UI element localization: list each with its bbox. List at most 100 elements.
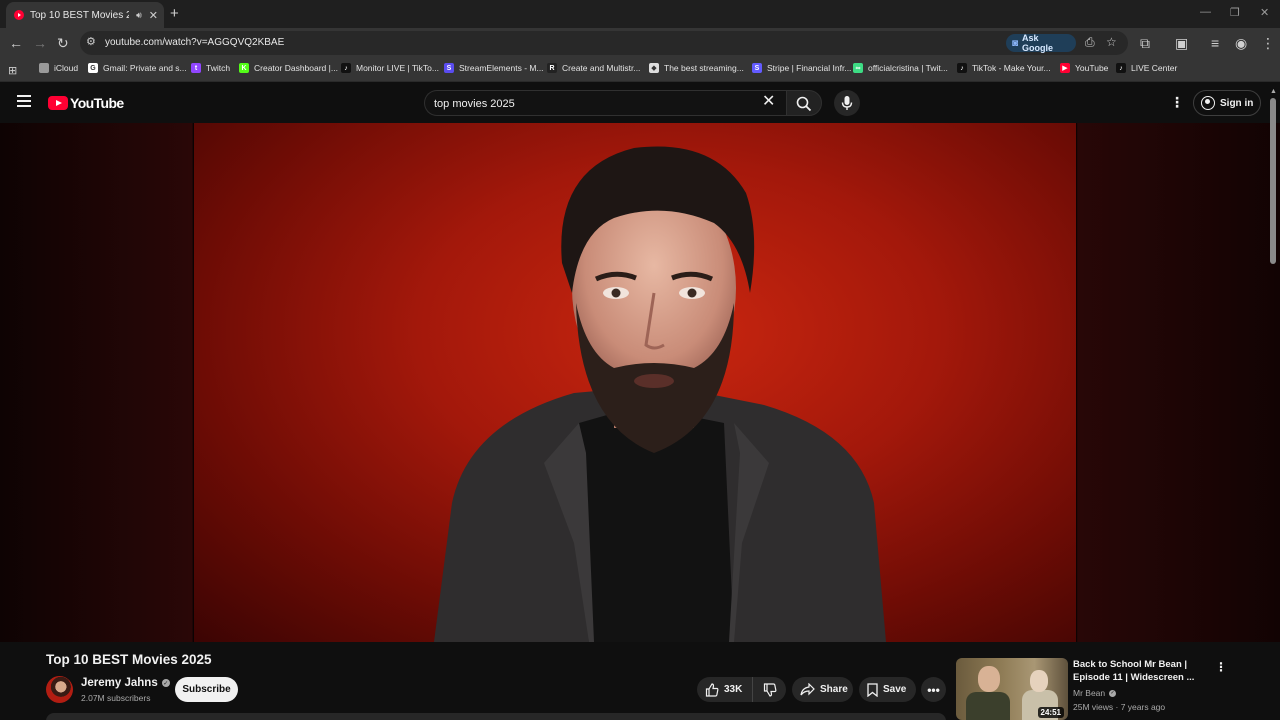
share-arrow-icon [800, 683, 815, 696]
youtube-play-icon [48, 96, 68, 110]
channel-name[interactable]: Jeremy Jahns [81, 677, 158, 689]
diamond-icon: ◆ [649, 63, 659, 73]
extensions-icon[interactable]: ⧉ [1140, 35, 1150, 51]
forward-icon[interactable]: → [33, 35, 47, 51]
address-bar[interactable]: ⚙ youtube.com/watch?v=AGGQVQ2KBAE ◙ Ask … [80, 31, 1128, 55]
bookmark-label: LIVE Center [1131, 63, 1178, 73]
voice-search-button[interactable] [834, 90, 860, 116]
search-icon [796, 96, 812, 112]
channel-avatar[interactable] [46, 676, 73, 703]
bookmark-item[interactable]: ▶ YouTube [1060, 63, 1108, 73]
save-button[interactable]: Save [859, 677, 916, 702]
browser-tab-active[interactable]: Top 10 BEST Movies 2025 🔊︎ ✕ [6, 2, 164, 28]
bookmark-label: The best streaming... [664, 63, 744, 73]
minimize-icon[interactable]: — [1200, 6, 1211, 18]
microphone-icon [841, 96, 853, 110]
hamburger-menu-icon[interactable] [17, 95, 31, 107]
dislike-button[interactable] [753, 677, 786, 702]
apple-icon [39, 63, 49, 73]
description-box[interactable] [46, 713, 946, 720]
recommended-video-title[interactable]: Back to School Mr Bean | Episode 11 | Wi… [1073, 658, 1203, 684]
video-title: Top 10 BEST Movies 2025 [46, 652, 212, 667]
recommended-channel-name[interactable]: Mr Bean [1073, 688, 1105, 698]
restore-icon[interactable]: ❐ [1230, 6, 1240, 19]
youtube-icon: ▶ [1060, 63, 1070, 73]
bookmark-item[interactable]: K Creator Dashboard |... [239, 63, 338, 73]
video-player[interactable] [194, 123, 1076, 642]
new-tab-icon[interactable]: + [170, 5, 179, 22]
media-controls-icon[interactable]: ≡ [1211, 35, 1219, 51]
bookmark-item[interactable]: R Create and Multistr... [547, 63, 640, 73]
tab-title: Top 10 BEST Movies 2025 [30, 9, 130, 21]
bookmark-item[interactable]: iCloud [39, 63, 78, 73]
verified-check-icon: ✓ [161, 679, 170, 687]
account-icon [1201, 96, 1215, 110]
tiktok-icon: ♪ [341, 63, 351, 73]
verified-check-icon: ✓ [1109, 689, 1117, 697]
scroll-up-icon[interactable]: ▲ [1270, 88, 1277, 95]
subscriber-count: 2.07M subscribers [81, 693, 151, 703]
subscribe-button[interactable]: Subscribe [175, 677, 238, 702]
bookmarks-bar: ⊞ iCloud G Gmail: Private and s... t Twitch K… [0, 58, 1280, 82]
ask-google-button[interactable]: ◙ Ask Google [1006, 33, 1076, 53]
reload-icon[interactable]: ↻ [57, 35, 69, 51]
page-scrollbar[interactable] [1270, 98, 1276, 264]
recommendation-menu-icon[interactable]: ⋮ [1215, 660, 1227, 674]
bookmark-item[interactable]: ∞ officialcristina | Twit... [853, 63, 948, 73]
bookmark-item[interactable]: ♪ LIVE Center [1116, 63, 1177, 73]
bookmark-item[interactable]: ♪ Monitor LIVE | TikTo... [341, 63, 439, 73]
clear-search-icon[interactable]: ✕ [762, 93, 775, 111]
recommended-video-thumbnail[interactable]: 24:51 [956, 658, 1068, 720]
back-icon[interactable]: ← [9, 35, 23, 51]
bookmark-label: Gmail: Private and s... [103, 63, 187, 73]
search-box[interactable] [424, 90, 786, 116]
sign-in-label: Sign in [1220, 97, 1254, 109]
side-panel-icon[interactable]: ▣ [1175, 35, 1188, 51]
more-actions-button[interactable]: ••• [921, 677, 946, 702]
share-button[interactable]: Share [792, 677, 853, 702]
ask-google-label: Ask Google [1022, 33, 1054, 53]
bookmark-label: Monitor LIVE | TikTo... [356, 63, 439, 73]
search-button[interactable] [786, 90, 822, 116]
kick-icon: K [239, 63, 249, 73]
bookmark-item[interactable]: ◆ The best streaming... [649, 63, 744, 73]
google-icon: G [88, 63, 98, 73]
apps-grid-icon[interactable]: ⊞ [8, 64, 17, 77]
browser-menu-icon[interactable]: ⋮ [1261, 35, 1275, 51]
like-dislike-group: 33K [697, 677, 786, 702]
search-input[interactable] [434, 96, 744, 111]
install-app-icon[interactable]: ⎙ [1085, 35, 1095, 50]
bookmark-item[interactable]: S Stripe | Financial Infr... [752, 63, 851, 73]
bookmark-label: iCloud [54, 63, 79, 73]
channel-name-row[interactable]: Jeremy Jahns ✓ [81, 677, 170, 689]
lens-icon: ◙ [1012, 37, 1019, 49]
sign-in-button[interactable]: Sign in [1193, 90, 1261, 116]
save-label: Save [883, 684, 907, 695]
tab-close-icon[interactable]: ✕ [149, 9, 158, 22]
like-button[interactable]: 33K [697, 677, 754, 702]
profile-icon[interactable]: ◉ [1235, 35, 1247, 51]
bookmark-item[interactable]: ♪ TikTok - Make Your... [957, 63, 1051, 73]
thumbs-down-icon [763, 682, 777, 697]
bookmark-label: YouTube [1075, 63, 1109, 73]
restream-icon: R [547, 63, 557, 73]
bookmark-item[interactable]: S StreamElements - M... [444, 63, 544, 73]
url-text[interactable]: youtube.com/watch?v=AGGQVQ2KBAE [105, 37, 284, 48]
bookmark-star-icon[interactable]: ☆ [1106, 35, 1117, 49]
speaker-icon[interactable]: 🔊︎ [136, 10, 142, 21]
settings-kebab-icon[interactable]: ⋮ [1170, 95, 1184, 109]
bookmark-item[interactable]: G Gmail: Private and s... [88, 63, 187, 73]
bookmark-label: TikTok - Make Your... [972, 63, 1051, 73]
bookmark-label: StreamElements - M... [459, 63, 544, 73]
browser-toolbar: ← → ↻ ⚙ youtube.com/watch?v=AGGQVQ2KBAE … [0, 28, 1280, 58]
bookmark-label: officialcristina | Twit... [868, 63, 948, 73]
site-info-icon[interactable]: ⚙ [86, 35, 96, 48]
streamelements-icon: S [444, 63, 454, 73]
recommended-channel-row[interactable]: Mr Bean ✓ [1073, 688, 1117, 698]
window-close-icon[interactable]: ✕ [1260, 6, 1269, 19]
youtube-logo[interactable]: YouTube [48, 95, 124, 111]
recommended-video-meta: 25M views · 7 years ago [1073, 702, 1166, 712]
bookmark-icon [867, 682, 878, 697]
bookmark-item[interactable]: t Twitch [191, 63, 230, 73]
like-count: 33K [724, 684, 743, 695]
